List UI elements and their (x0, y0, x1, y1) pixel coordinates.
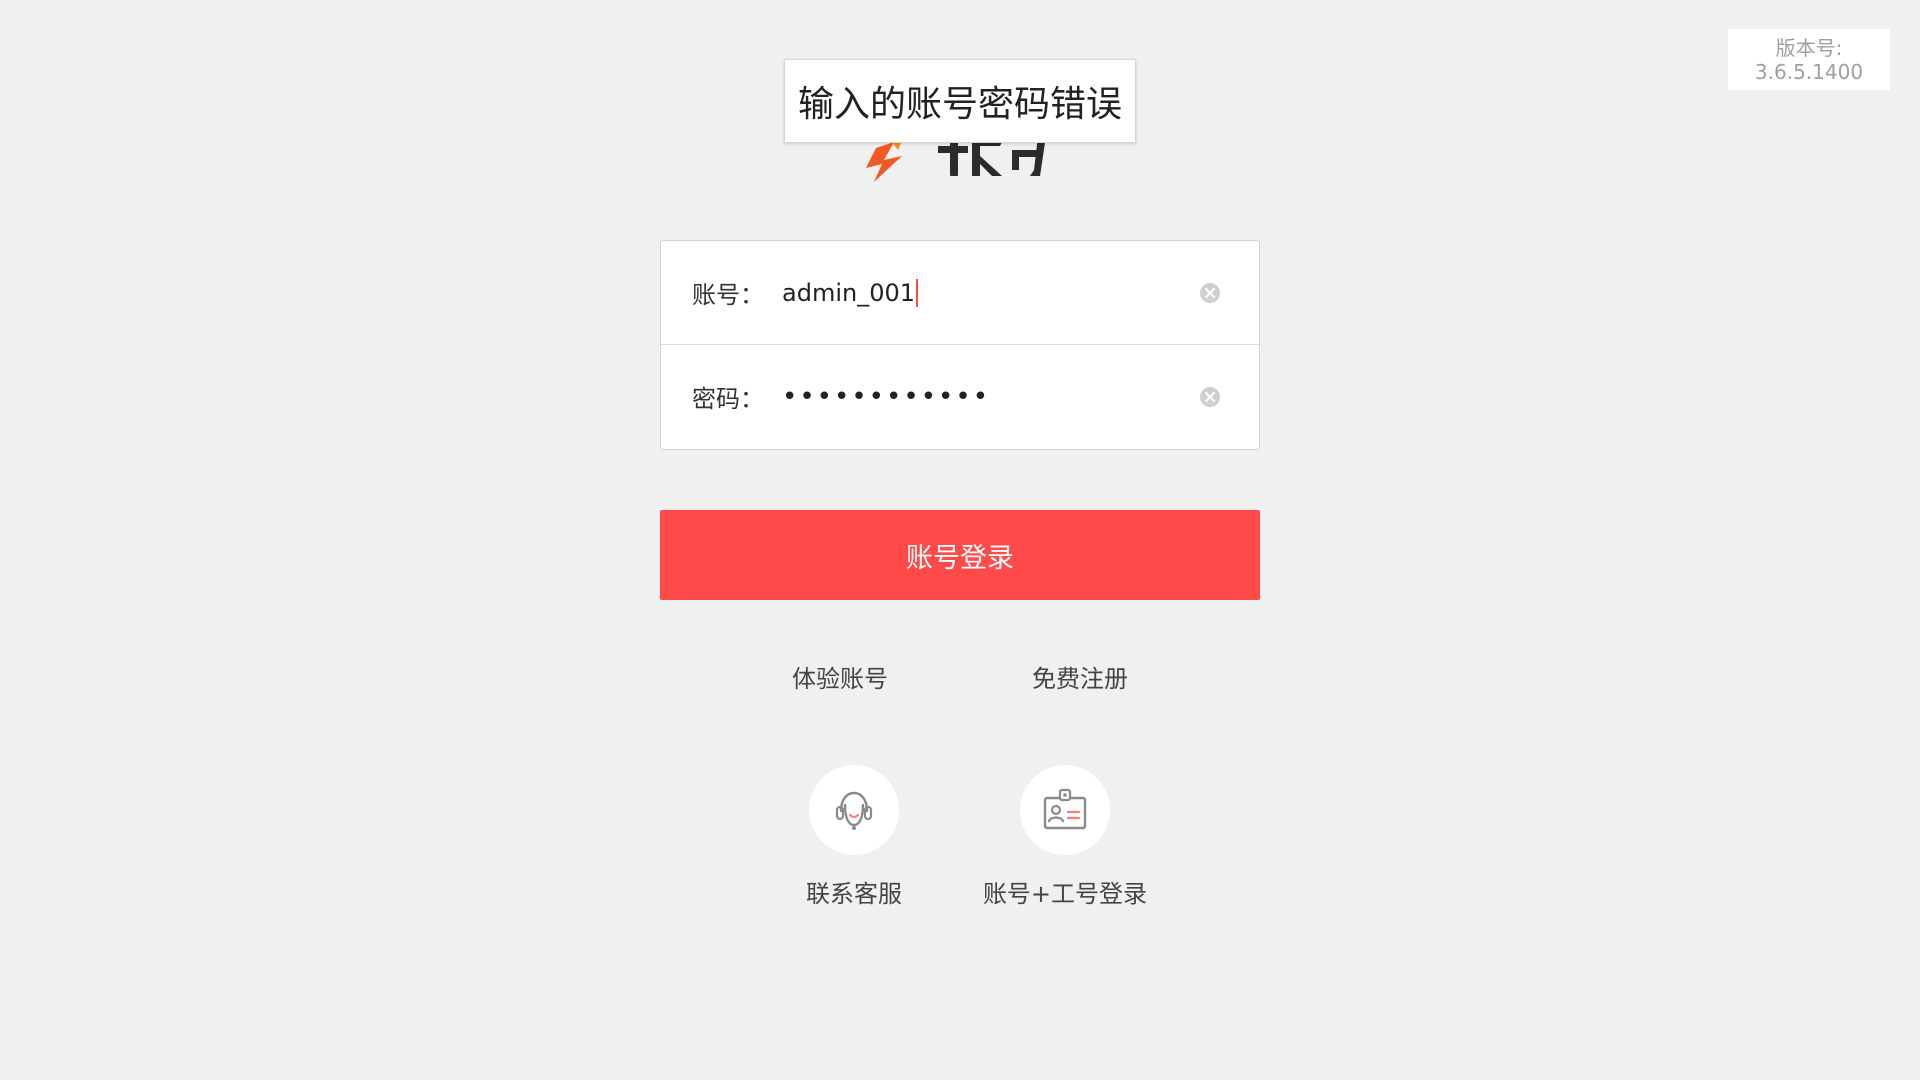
account-label: 账号： (692, 281, 764, 309)
staff-login-button[interactable] (1020, 765, 1110, 855)
account-input-value[interactable]: admin_001 (782, 279, 915, 307)
login-form: 账号： admin_001 密码： •••••••••••• (660, 240, 1260, 450)
error-toast-message: 输入的账号密码错误 (797, 84, 1122, 125)
trial-account-link[interactable]: 体验账号 (770, 659, 910, 694)
clear-account-icon[interactable] (1199, 282, 1221, 304)
text-caret (916, 278, 919, 307)
free-register-link[interactable]: 免费注册 (1010, 659, 1150, 694)
account-row: 账号： admin_001 (661, 241, 1259, 345)
account-input[interactable]: admin_001 (782, 278, 919, 307)
login-button[interactable]: 账号登录 (660, 510, 1260, 600)
password-row: 密码： •••••••••••• (661, 345, 1259, 448)
version-info: 版本号: 3.6.5.1400 (1728, 29, 1890, 90)
version-label: 版本号: (1775, 35, 1843, 60)
password-input[interactable]: •••••••••••• (782, 382, 990, 412)
staff-login-label: 账号+工号登录 (982, 880, 1148, 908)
password-input-value[interactable]: •••••••••••• (782, 382, 990, 412)
version-number: 3.6.5.1400 (1754, 59, 1864, 84)
clear-password-icon[interactable] (1199, 386, 1221, 408)
error-toast: 输入的账号密码错误 (784, 59, 1136, 143)
customer-service-button[interactable] (809, 765, 899, 855)
customer-service-label: 联系客服 (806, 880, 902, 908)
password-label: 密码： (692, 385, 764, 413)
id-badge-icon (1043, 788, 1087, 830)
headset-icon (835, 791, 873, 830)
